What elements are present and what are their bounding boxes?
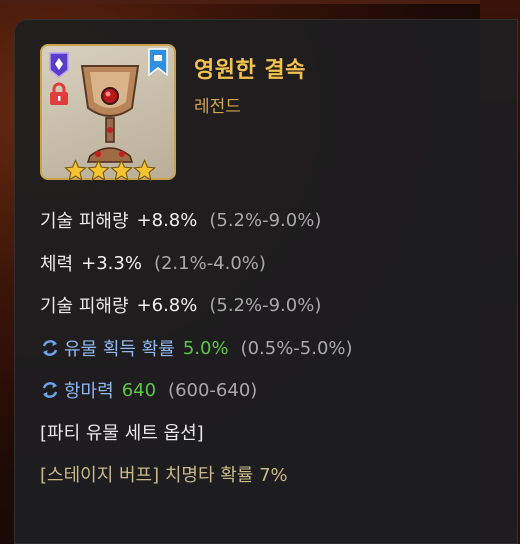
stat-value: 5.0%	[182, 337, 229, 359]
stat-range: (0.5%-5.0%)	[240, 337, 353, 359]
stat-range: (5.2%-9.0%)	[209, 294, 322, 316]
stat-label: 항마력	[64, 381, 114, 402]
diamond-grade-icon	[49, 52, 69, 78]
stat-label: 기술 피해량	[40, 211, 129, 232]
stat-range: (2.1%-4.0%)	[153, 252, 266, 274]
stat-range: (5.2%-9.0%)	[209, 209, 322, 231]
stat-value: +8.8%	[136, 209, 198, 231]
reroll-cycle-icon	[42, 382, 58, 398]
set-option-title: [파티 유물 세트 옵션]	[40, 417, 204, 447]
chalice-artwork	[80, 65, 140, 163]
lock-icon[interactable]	[48, 82, 70, 106]
star-rating	[64, 159, 156, 182]
stat-value: +6.8%	[136, 294, 198, 316]
reroll-stat-row: 항마력 640 (600-640)	[40, 375, 257, 405]
star-icon	[133, 159, 156, 182]
set-effect-text: [스테이지 버프] 치명타 확률 7%	[40, 465, 288, 486]
bookmark-icon[interactable]	[148, 48, 168, 76]
set-title-text: [파티 유물 세트 옵션]	[40, 423, 204, 444]
stat-range: (600-640)	[168, 379, 258, 401]
item-name: 영원한 결속	[194, 58, 306, 83]
reroll-cycle-icon	[42, 340, 58, 356]
stat-label: 기술 피해량	[40, 296, 129, 317]
item-portrait[interactable]	[40, 44, 176, 182]
item-rarity: 레전드	[194, 97, 241, 117]
stat-label: 체력	[40, 254, 74, 275]
star-icon	[64, 159, 87, 182]
reroll-stat-row: 유물 획득 확률 5.0% (0.5%-5.0%)	[40, 333, 353, 363]
stat-value: 640	[121, 379, 157, 401]
stat-row: 기술 피해량 +6.8% (5.2%-9.0%)	[40, 290, 321, 320]
stat-row: 체력 +3.3% (2.1%-4.0%)	[40, 248, 266, 278]
star-icon	[110, 159, 133, 182]
stat-label: 유물 획득 확률	[64, 339, 175, 360]
set-option-effect: [스테이지 버프] 치명타 확률 7%	[40, 459, 288, 489]
stat-row: 기술 피해량 +8.8% (5.2%-9.0%)	[40, 205, 321, 235]
background-top-edge	[0, 0, 520, 4]
star-icon	[87, 159, 110, 182]
stat-value: +3.3%	[81, 252, 142, 274]
